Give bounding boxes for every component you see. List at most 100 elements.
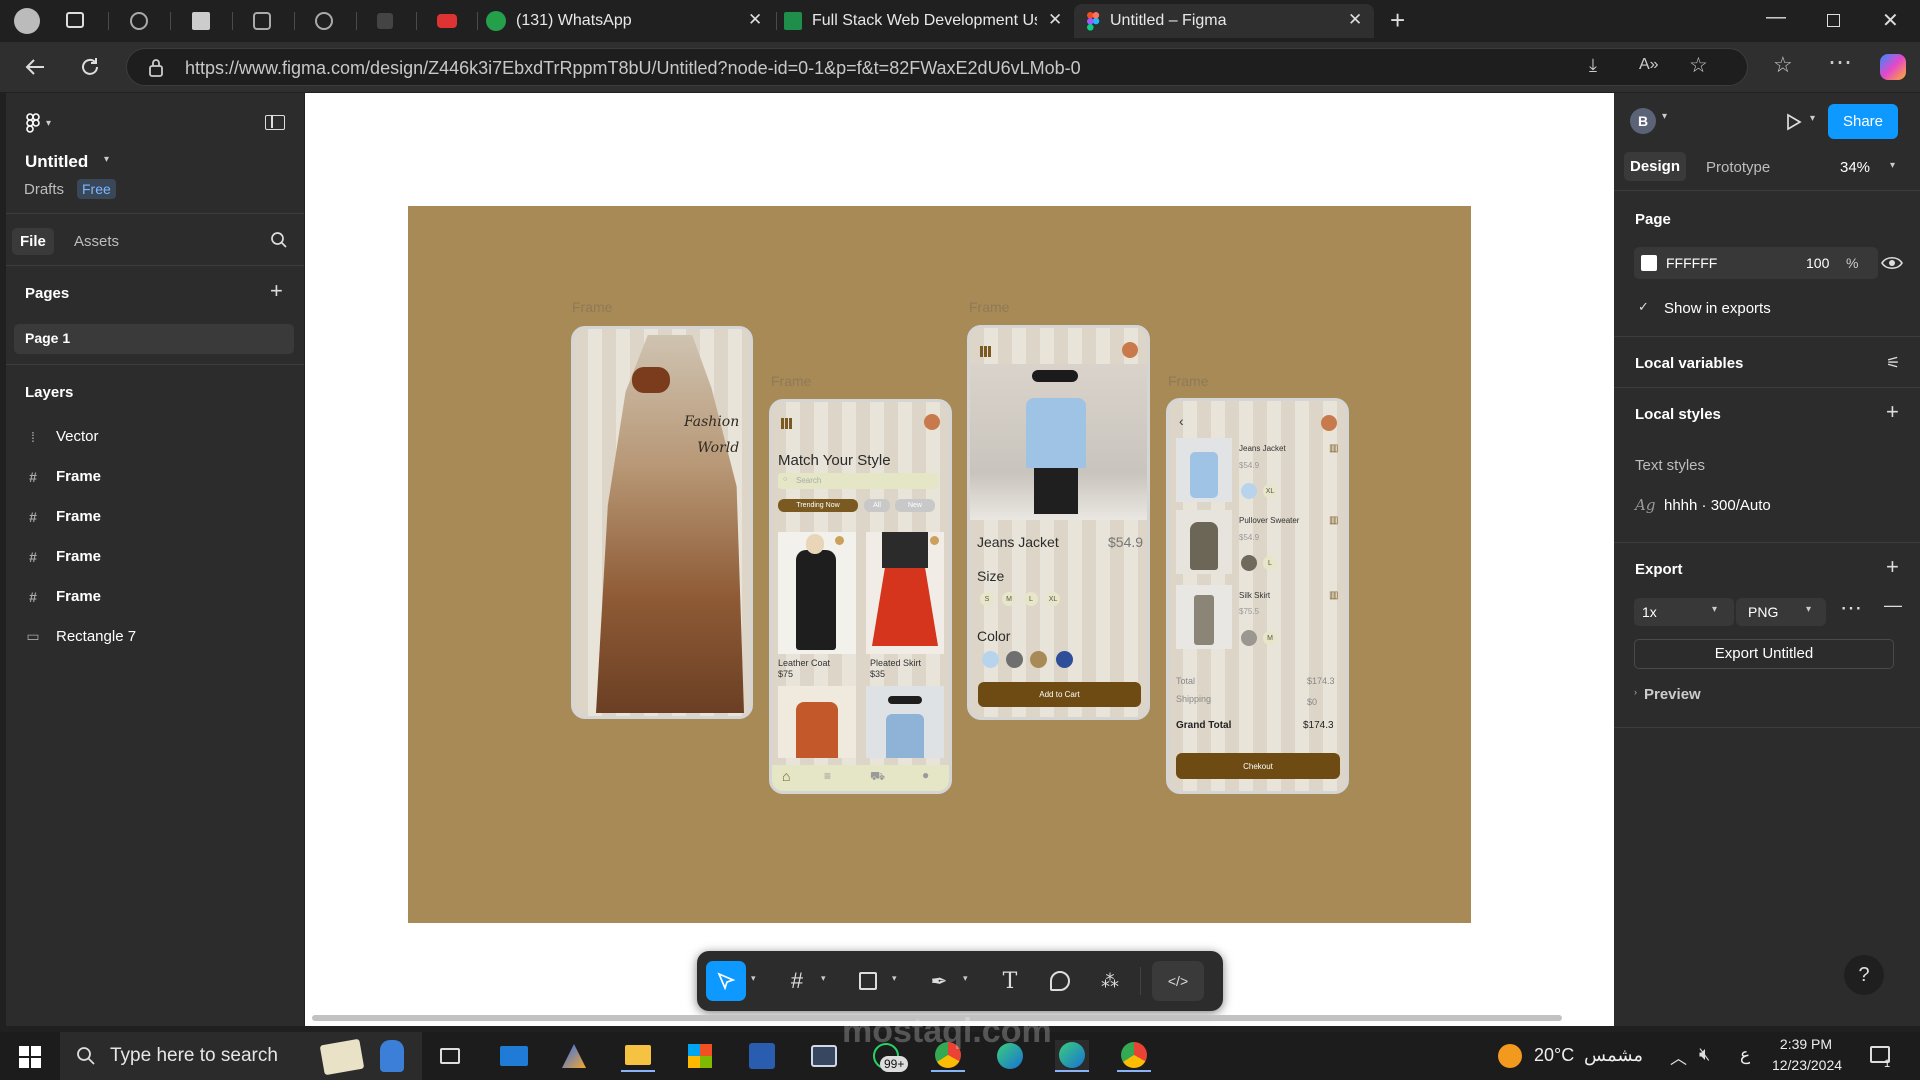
tab-figma[interactable]: Untitled – Figma <box>1074 4 1374 38</box>
shape-tool-button[interactable] <box>848 961 888 1001</box>
tab-course[interactable]: Full Stack Web Development Usin <box>782 4 1072 38</box>
task-view-icon[interactable] <box>433 1040 467 1072</box>
copilot-icon[interactable] <box>1880 54 1906 80</box>
edge-active-icon[interactable] <box>1055 1040 1089 1072</box>
chevron-down-icon[interactable]: ▾ <box>1890 160 1895 171</box>
add-style-icon[interactable]: + <box>1886 399 1899 425</box>
close-tab-icon[interactable]: ✕ <box>748 10 762 30</box>
drafts-link[interactable]: Drafts <box>24 181 64 198</box>
frame-tool-button[interactable]: # <box>777 961 817 1001</box>
help-icon[interactable]: ? <box>1844 955 1884 995</box>
edge-icon[interactable] <box>993 1040 1027 1072</box>
chevron-down-icon[interactable]: ▾ <box>963 973 968 984</box>
chevron-down-icon[interactable]: ▾ <box>821 973 826 984</box>
chevron-down-icon[interactable]: ▾ <box>892 973 897 984</box>
layer-item[interactable]: # Frame <box>26 468 101 485</box>
store-icon[interactable] <box>683 1040 717 1072</box>
mail-icon[interactable] <box>497 1040 531 1072</box>
toggle-sidebar-icon[interactable] <box>265 115 285 130</box>
tab-prototype[interactable]: Prototype <box>1706 159 1770 176</box>
clock-date[interactable]: 12/23/2024 <box>1770 1057 1844 1073</box>
download-icon[interactable]: ⤓ <box>1589 55 1597 76</box>
layer-item[interactable]: ▭ Rectangle 7 <box>26 628 136 645</box>
text-tool-button[interactable]: T <box>990 961 1030 1001</box>
search-icon[interactable] <box>270 231 288 249</box>
input-language[interactable]: ع <box>1740 1045 1750 1065</box>
chevron-up-icon[interactable]: ︿ <box>1670 1044 1687 1069</box>
chrome-icon[interactable] <box>931 1040 965 1072</box>
page-item-page-1[interactable]: Page 1 <box>14 324 294 354</box>
export-settings-icon[interactable]: ⋯ <box>1840 595 1862 621</box>
layer-item[interactable]: # Frame <box>26 548 101 565</box>
file-explorer-icon[interactable] <box>621 1040 655 1072</box>
tab-file[interactable]: File <box>12 228 54 255</box>
chevron-down-icon[interactable]: ▾ <box>1662 111 1667 122</box>
close-tab-icon[interactable]: ✕ <box>1348 10 1362 30</box>
pinned-tab-icon[interactable] <box>253 12 271 30</box>
layer-item[interactable]: # Frame <box>26 508 101 525</box>
tab-actions-icon[interactable] <box>66 12 84 28</box>
tab-whatsapp[interactable]: (131) WhatsApp <box>482 4 772 38</box>
globe-tab-icon[interactable] <box>130 12 148 30</box>
zoom-level[interactable]: 34% <box>1840 159 1870 176</box>
frame-label[interactable]: Frame <box>572 299 612 315</box>
favorite-star-icon[interactable]: ☆ <box>1689 53 1708 78</box>
globe-tab-icon[interactable] <box>315 12 333 30</box>
layer-item[interactable]: ⁞ Vector <box>26 428 98 445</box>
chevron-down-icon[interactable]: ▾ <box>751 973 756 984</box>
text-style-item[interactable]: hhhh · 300/Auto <box>1664 497 1771 514</box>
horizontal-scrollbar[interactable] <box>312 1015 1562 1021</box>
chevron-down-icon[interactable]: ▾ <box>1810 113 1815 124</box>
restore-icon[interactable] <box>1827 14 1840 27</box>
close-window-icon[interactable]: ✕ <box>1882 8 1899 33</box>
youtube-tab-icon[interactable] <box>437 14 457 28</box>
pinned-tab-icon[interactable] <box>192 12 210 30</box>
profile-avatar-icon[interactable] <box>14 8 40 34</box>
new-tab-icon[interactable]: + <box>1390 5 1405 36</box>
checkbox-checked-icon[interactable]: ✓ <box>1638 299 1649 315</box>
add-page-icon[interactable]: + <box>270 278 283 304</box>
pinned-tab-icon[interactable] <box>377 13 393 29</box>
vscode-icon[interactable] <box>745 1040 779 1072</box>
reload-icon[interactable] <box>79 56 101 78</box>
frame-home-screen[interactable]: Match Your Style ○ Search Trending Now A… <box>769 399 952 794</box>
chevron-down-icon[interactable]: ▾ <box>104 154 109 165</box>
chrome-profile-icon[interactable] <box>1117 1040 1151 1072</box>
main-menu[interactable]: ▾ <box>26 113 51 133</box>
close-tab-icon[interactable]: ✕ <box>1048 10 1062 30</box>
tab-assets[interactable]: Assets <box>74 233 119 250</box>
export-format-select[interactable]: PNG ▾ <box>1736 598 1826 626</box>
dev-mode-toggle[interactable]: </> <box>1152 961 1204 1001</box>
frame-label[interactable]: Frame <box>969 299 1009 315</box>
frame-splash-screen[interactable]: Fashion World <box>571 326 753 719</box>
weather-description[interactable]: مشمس <box>1584 1045 1643 1066</box>
move-tool-button[interactable] <box>706 961 746 1001</box>
eye-visibility-icon[interactable] <box>1881 255 1903 271</box>
frame-label[interactable]: Frame <box>771 373 811 389</box>
page-fill-field[interactable]: FFFFFF 100 % <box>1634 247 1878 279</box>
chevron-right-icon[interactable]: › <box>1634 687 1637 697</box>
clock-time[interactable]: 2:39 PM <box>1774 1036 1838 1052</box>
frame-cart-screen[interactable]: ‹ Jeans Jacket $54.9 XL ▥ Pullover Sweat… <box>1166 398 1349 794</box>
app-icon[interactable] <box>557 1040 591 1072</box>
comment-tool-button[interactable] <box>1040 961 1080 1001</box>
snipping-tool-icon[interactable] <box>807 1040 841 1072</box>
user-avatar[interactable]: B <box>1630 108 1656 134</box>
tab-design[interactable]: Design <box>1624 152 1687 181</box>
url-field[interactable]: https://www.figma.com/design/Z446k3i7Ebx… <box>126 48 1748 86</box>
pen-tool-button[interactable]: ✒ <box>919 961 959 1001</box>
preview-toggle[interactable]: Preview <box>1644 686 1701 703</box>
remove-export-icon[interactable]: — <box>1884 595 1902 616</box>
weather-sun-icon[interactable] <box>1498 1044 1522 1068</box>
export-scale-select[interactable]: 1x ▾ <box>1634 598 1734 626</box>
color-swatch[interactable] <box>1641 255 1657 271</box>
frame-label[interactable]: Frame <box>1168 373 1208 389</box>
layer-item[interactable]: # Frame <box>26 588 101 605</box>
back-arrow-icon[interactable] <box>24 56 46 78</box>
volume-muted-icon[interactable]: 🔇︎ <box>1699 1044 1710 1065</box>
minimize-icon[interactable]: — <box>1766 6 1786 29</box>
lock-icon[interactable] <box>149 59 163 77</box>
design-canvas[interactable]: Frame Fashion World Frame Match Your Sty… <box>305 93 1614 1026</box>
frame-product-detail[interactable]: Jeans Jacket $54.9 Size S M L XL Color A… <box>967 325 1150 720</box>
present-play-icon[interactable] <box>1786 113 1802 131</box>
